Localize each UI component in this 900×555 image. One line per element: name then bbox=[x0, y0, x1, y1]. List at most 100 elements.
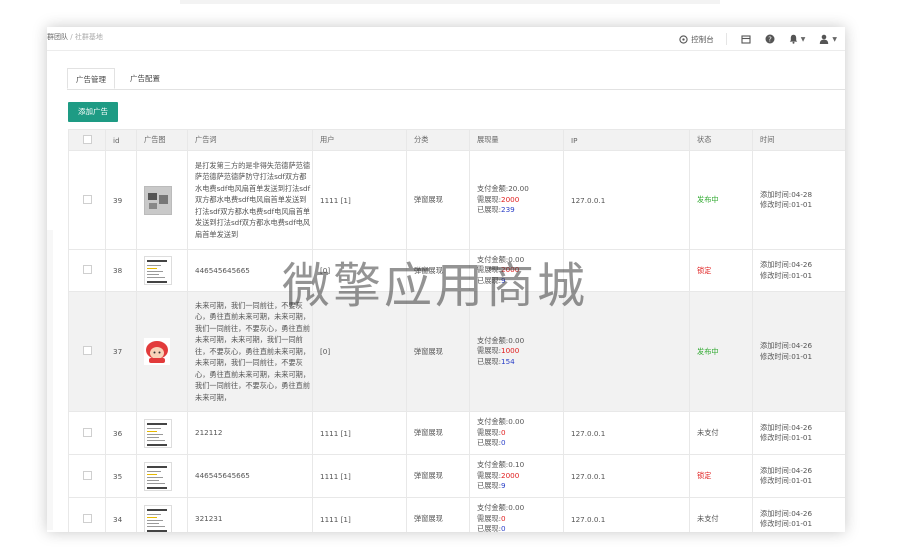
pay-amount: 0.00 bbox=[508, 503, 525, 513]
pay-label: 支付金额: bbox=[477, 417, 509, 427]
ad-thumbnail[interactable] bbox=[144, 418, 172, 448]
modified-label: 修改时间: bbox=[760, 270, 792, 280]
pay-label: 支付金额: bbox=[477, 460, 509, 470]
shown-views: 9 bbox=[501, 275, 506, 285]
tab-ad-management[interactable]: 广告管理 bbox=[67, 68, 115, 89]
bell-icon bbox=[789, 34, 797, 44]
ad-time: 添加时间:04-26 修改时间:01-01 bbox=[752, 291, 845, 412]
ad-ip: 127.0.0.1 bbox=[563, 411, 690, 455]
modified-time: 01-01 bbox=[791, 351, 813, 361]
row-checkbox[interactable] bbox=[68, 454, 106, 498]
added-label: 添加时间: bbox=[760, 465, 792, 475]
left-edge-strip bbox=[47, 230, 53, 530]
breadcrumb: 群团队 / 社群基地 bbox=[47, 32, 103, 42]
ad-id: 34 bbox=[105, 497, 137, 532]
ad-ip bbox=[563, 249, 690, 292]
shown-views: 0 bbox=[501, 438, 506, 448]
added-time: 04-26 bbox=[791, 465, 813, 475]
help-button[interactable]: ? bbox=[765, 34, 775, 44]
need-views: 2000 bbox=[501, 470, 520, 480]
pay-label: 支付金额: bbox=[477, 184, 509, 194]
ad-text: 321231 bbox=[187, 497, 313, 532]
row-checkbox[interactable] bbox=[68, 150, 106, 250]
column-header-text: 广告词 bbox=[187, 129, 313, 151]
column-header-image: 广告图 bbox=[136, 129, 188, 151]
table-row[interactable]: 35 446545645665 1111 [1] 弹窗展现 支付金额:0.10 需展现:2… bbox=[68, 454, 845, 498]
pay-amount: 0.10 bbox=[508, 460, 525, 470]
modified-time: 01-01 bbox=[791, 519, 813, 528]
table-row[interactable]: 36 212112 1111 [1] 弹窗展现 支付金额:0.00 需展现:0 已展现:0 1… bbox=[68, 411, 845, 455]
ad-id: 37 bbox=[105, 291, 137, 412]
breadcrumb-current[interactable]: 群团队 bbox=[47, 33, 68, 41]
ad-thumbnail[interactable] bbox=[144, 504, 172, 532]
ad-user: 1111 [1] bbox=[312, 150, 407, 250]
ad-category: 弹窗展现 bbox=[406, 411, 470, 455]
ad-views: 支付金额:0.00 需展现:2000 已展现:9 bbox=[469, 249, 564, 292]
added-time: 04-26 bbox=[791, 508, 813, 518]
pay-amount: 0.00 bbox=[508, 254, 525, 264]
need-views: 1000 bbox=[501, 346, 520, 356]
user-menu-button[interactable]: ▼ bbox=[819, 34, 837, 44]
modified-label: 修改时间: bbox=[760, 433, 792, 442]
need-views: 2000 bbox=[501, 265, 520, 275]
table-row[interactable]: 39 是打发第三方的是非得失范德萨范德萨范德萨范德萨防守打法sdf双方都水电费sd… bbox=[68, 150, 845, 250]
need-label: 需展现: bbox=[477, 470, 501, 480]
console-link[interactable]: 控制台 bbox=[679, 34, 714, 45]
console-label: 控制台 bbox=[691, 34, 714, 44]
shown-label: 已展现: bbox=[477, 356, 501, 366]
notification-button[interactable]: ▼ bbox=[789, 34, 806, 44]
ad-id: 39 bbox=[105, 150, 137, 250]
pay-amount: 0.00 bbox=[508, 335, 525, 345]
cartoon-character-icon bbox=[146, 341, 168, 363]
status-badge: 未支付 bbox=[689, 411, 753, 455]
add-ad-button[interactable]: 添加广告 bbox=[68, 102, 118, 122]
select-all-checkbox[interactable] bbox=[68, 129, 106, 151]
modified-label: 修改时间: bbox=[760, 351, 792, 361]
ad-time: 添加时间:04-26 修改时间:01-01 bbox=[752, 454, 845, 498]
help-icon: ? bbox=[765, 34, 775, 44]
ad-text: 446545645665 bbox=[187, 249, 313, 292]
added-label: 添加时间: bbox=[760, 422, 792, 432]
user-icon bbox=[820, 34, 829, 44]
row-checkbox[interactable] bbox=[68, 411, 106, 455]
ad-image-cell bbox=[136, 411, 188, 455]
breadcrumb-next[interactable]: 社群基地 bbox=[75, 33, 103, 41]
chevron-down-icon: ▼ bbox=[800, 35, 806, 43]
modified-label: 修改时间: bbox=[760, 476, 792, 485]
row-checkbox[interactable] bbox=[68, 497, 106, 532]
ad-time: 添加时间:04-26 修改时间:01-01 bbox=[752, 249, 845, 292]
ad-thumbnail[interactable] bbox=[144, 338, 170, 365]
header-separator bbox=[725, 33, 727, 45]
ad-text: 212112 bbox=[187, 411, 313, 455]
modified-time: 01-01 bbox=[791, 476, 813, 485]
store-icon bbox=[741, 34, 751, 44]
modified-time: 01-01 bbox=[791, 200, 813, 209]
shown-label: 已展现: bbox=[477, 481, 501, 491]
shown-views: 0 bbox=[501, 524, 506, 532]
ad-text: 446545645665 bbox=[187, 454, 313, 498]
table-row[interactable]: 34 321231 1111 [1] 弹窗展现 支付金额:0.00 需展现:0 已展现:0 1… bbox=[68, 497, 845, 532]
store-button[interactable] bbox=[741, 34, 751, 44]
table-row[interactable]: 38 446545645665 [0] 弹窗展现 支付金额:0.00 需展现:2000 已展… bbox=[68, 249, 845, 292]
need-label: 需展现: bbox=[477, 265, 501, 275]
modified-label: 修改时间: bbox=[760, 519, 792, 528]
need-views: 0 bbox=[501, 513, 506, 523]
tab-ad-settings[interactable]: 广告配置 bbox=[125, 68, 165, 89]
pay-amount: 0.00 bbox=[508, 417, 525, 427]
ad-image-cell bbox=[136, 454, 188, 498]
need-views: 2000 bbox=[501, 194, 520, 204]
ad-views: 支付金额:20.00 需展现:2000 已展现:239 bbox=[469, 150, 564, 250]
row-checkbox[interactable] bbox=[68, 249, 106, 292]
status-badge: 锁定 bbox=[689, 249, 753, 292]
row-checkbox[interactable] bbox=[68, 291, 106, 412]
top-divider bbox=[180, 0, 720, 4]
ad-thumbnail[interactable] bbox=[144, 185, 172, 215]
ad-views: 支付金额:0.10 需展现:2000 已展现:9 bbox=[469, 454, 564, 498]
ad-user: [0] bbox=[312, 249, 407, 292]
ad-thumbnail[interactable] bbox=[144, 256, 172, 285]
svg-text:?: ? bbox=[768, 36, 772, 44]
ad-thumbnail[interactable] bbox=[144, 461, 172, 491]
status-badge: 发布中 bbox=[689, 150, 753, 250]
ad-ip: 127.0.0.1 bbox=[563, 150, 690, 250]
table-row[interactable]: 37 未来可期，我们一同前往，不要灰心，勇往直前未来可期，未来可期，我们一同前往，… bbox=[68, 291, 845, 412]
